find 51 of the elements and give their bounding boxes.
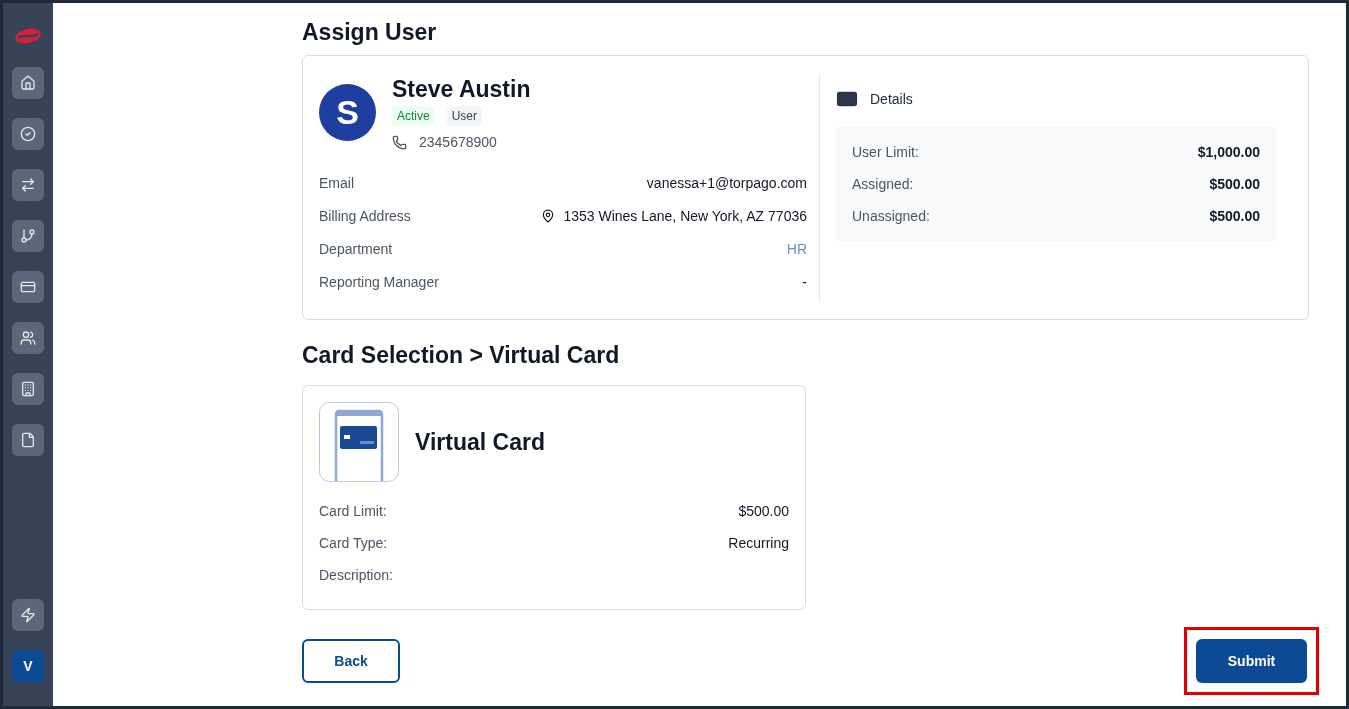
sidebar-button[interactable]	[12, 67, 44, 99]
sidebar-button[interactable]	[12, 373, 44, 405]
status-badge: Active	[392, 106, 435, 126]
location-icon	[541, 208, 556, 223]
file-icon	[20, 432, 36, 448]
user-name: Steve Austin	[392, 75, 531, 104]
sidebar-button[interactable]	[12, 322, 44, 354]
card-field-label: Card Type:	[319, 534, 388, 553]
users-icon	[20, 330, 36, 346]
field-value: vanessa+1@torpago.com	[646, 173, 807, 193]
submit-button[interactable]: Submit	[1196, 639, 1307, 683]
card-icon	[20, 279, 36, 295]
detail-label: User Limit:	[852, 143, 919, 162]
home-icon	[20, 75, 36, 91]
card-field-value: $500.00	[738, 502, 789, 521]
sidebar-button[interactable]	[12, 599, 44, 631]
detail-value: $500.00	[1209, 175, 1260, 194]
branch-icon	[20, 228, 36, 244]
field-value: 1353 Wines Lane, New York, AZ 77036	[563, 206, 807, 226]
building-icon	[20, 381, 36, 397]
sidebar-button[interactable]	[12, 118, 44, 150]
field-label: Email	[319, 173, 354, 193]
back-button[interactable]: Back	[302, 639, 400, 683]
sidebar-button[interactable]	[12, 424, 44, 456]
phone-icon	[392, 134, 407, 150]
field-label: Billing Address	[319, 206, 411, 226]
card-name: Virtual Card	[415, 427, 545, 457]
field-label: Reporting Manager	[319, 272, 439, 292]
detail-value: $500.00	[1209, 207, 1260, 226]
role-badge: User	[446, 106, 483, 126]
sidebar-button[interactable]	[12, 220, 44, 252]
lightning-icon	[20, 607, 36, 623]
card-field-value: Recurring	[728, 534, 789, 553]
field-label: Department	[319, 239, 393, 259]
sidebar-button[interactable]	[12, 271, 44, 303]
user-avatar[interactable]: V	[12, 650, 44, 682]
check-circle-icon	[20, 126, 36, 142]
detail-label: Assigned:	[852, 175, 914, 194]
phone-number: 2345678900	[419, 133, 497, 152]
card-field-label: Description:	[319, 566, 393, 585]
sidebar-button[interactable]	[12, 169, 44, 201]
details-title: Details	[870, 90, 913, 109]
page-title: Assign User	[302, 18, 438, 47]
logo-icon	[14, 27, 42, 45]
field-value: -	[802, 272, 807, 292]
card-field-label: Card Limit:	[319, 502, 387, 521]
detail-label: Unassigned:	[852, 207, 930, 226]
arrows-icon	[20, 177, 36, 193]
section-title: Card Selection > Virtual Card	[302, 341, 621, 370]
phone-card-icon	[319, 402, 399, 482]
detail-value: $1,000.00	[1197, 143, 1260, 162]
